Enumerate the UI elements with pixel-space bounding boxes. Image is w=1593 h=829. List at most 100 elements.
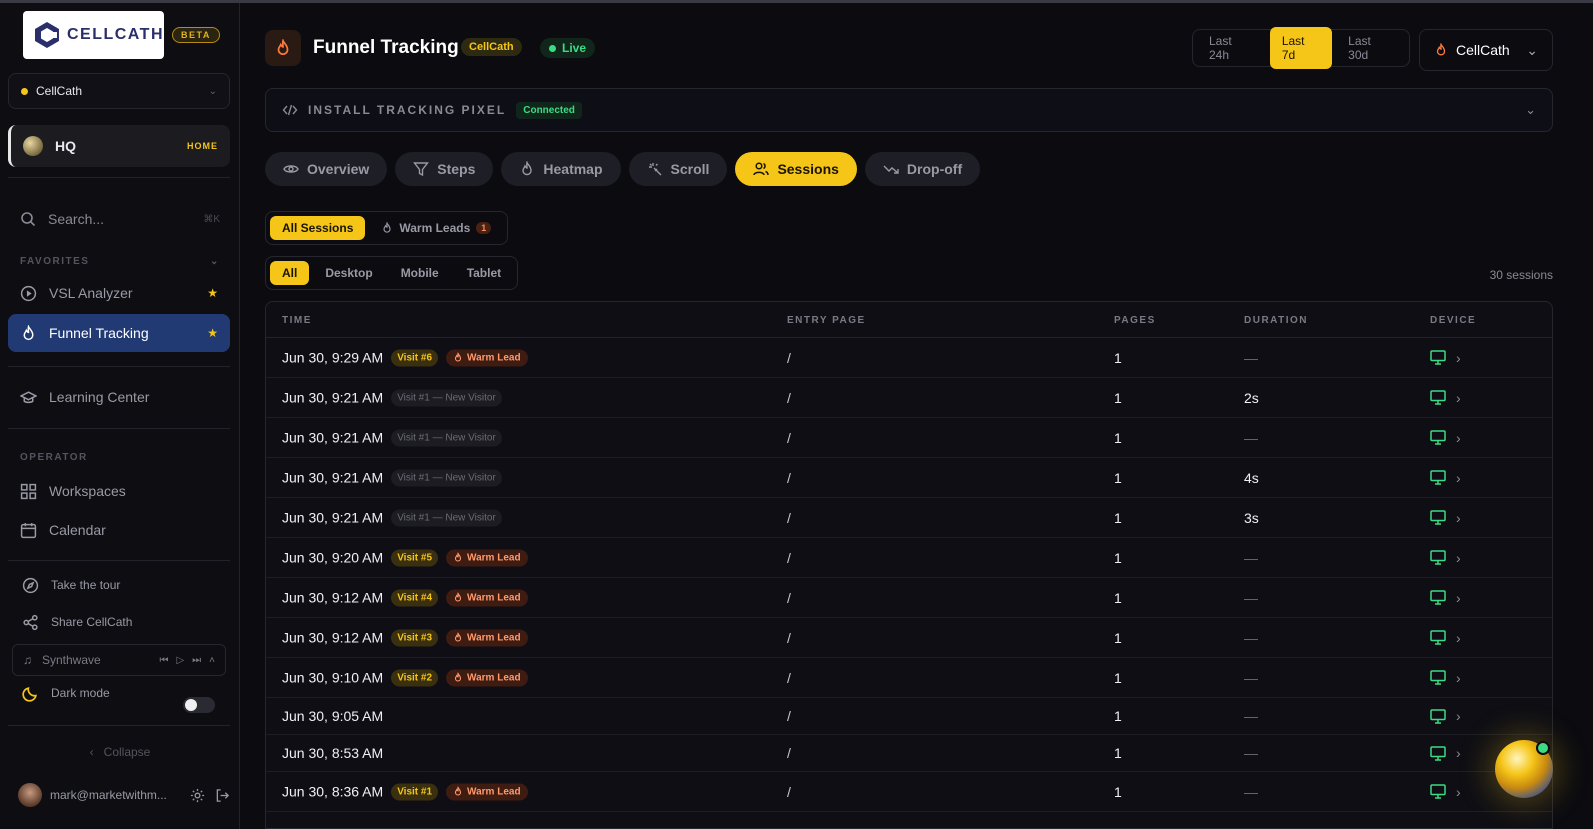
table-row[interactable]: Jun 30, 9:29 AM Visit #6 Warm Lead / 1 — ›	[266, 338, 1552, 378]
device-filter-tablet[interactable]: Tablet	[455, 261, 513, 285]
table-row[interactable]: Jun 30, 9:21 AM Visit #1 — New Visitor / 1 2…	[266, 378, 1552, 418]
star-icon[interactable]: ★	[207, 286, 218, 300]
tab-scroll[interactable]: Scroll	[628, 152, 728, 186]
device-filter-mobile[interactable]: Mobile	[389, 261, 451, 285]
tab-heatmap[interactable]: Heatmap	[501, 152, 621, 186]
table-row[interactable]: Jun 30, 9:12 AM Visit #3 Warm Lead / 1 — ›	[266, 618, 1552, 658]
table-row[interactable]: Jun 30, 9:21 AM Visit #1 — New Visitor / 1 3…	[266, 498, 1552, 538]
device-filter-desktop[interactable]: Desktop	[313, 261, 384, 285]
logo[interactable]: CELLCATH	[23, 11, 164, 59]
column-header-pages[interactable]: PAGES	[1114, 315, 1156, 326]
hq-home-link[interactable]: HQ HOME	[8, 125, 230, 167]
range-last-7d[interactable]: Last 7d	[1269, 27, 1333, 69]
graduation-cap-icon	[20, 390, 37, 403]
tab-label: Drop-off	[906, 161, 963, 177]
previous-track-icon[interactable]: ⏮	[159, 655, 168, 666]
entry-page-cell: /	[787, 629, 791, 646]
monitor-icon	[1430, 784, 1446, 799]
take-tour-link[interactable]: Take the tour	[22, 573, 222, 597]
table-row[interactable]: Jun 30, 8:53 AM / 1 — ›	[266, 735, 1552, 772]
star-icon[interactable]: ★	[207, 326, 218, 340]
pages-cell: 1	[1114, 669, 1122, 686]
sidebar-item-workspaces[interactable]: Workspaces	[8, 472, 230, 510]
device-filter-all[interactable]: All	[270, 261, 310, 285]
chevron-right-icon[interactable]: ›	[1456, 510, 1461, 526]
chevron-down-icon: ⌄	[1526, 41, 1538, 58]
column-header-duration[interactable]: DURATION	[1244, 315, 1308, 326]
tab-sessions[interactable]: Sessions	[735, 152, 857, 186]
avatar[interactable]	[18, 783, 42, 807]
warm-lead-badge: Warm Lead	[446, 349, 528, 366]
tab-steps[interactable]: Steps	[395, 152, 494, 186]
workspace-select-label: CellCath	[36, 84, 83, 98]
share-link[interactable]: Share CellCath	[22, 610, 222, 634]
filter-all-sessions[interactable]: All Sessions	[270, 216, 366, 240]
table-row[interactable]: Jun 30, 9:05 AM / 1 — ›	[266, 698, 1552, 735]
chevron-right-icon[interactable]: ›	[1456, 630, 1461, 646]
dark-mode-toggle[interactable]	[183, 697, 215, 713]
time-cell: Jun 30, 9:20 AM Visit #5 Warm Lead	[282, 549, 528, 566]
visit-badge: Visit #1	[391, 783, 439, 800]
duration-cell: —	[1244, 669, 1258, 686]
entry-page-cell: /	[787, 708, 791, 724]
date-range-selector: Last 24h Last 7d Last 30d	[1192, 27, 1410, 69]
tab-drop-off[interactable]: Drop-off	[864, 152, 981, 186]
monitor-icon	[1430, 510, 1446, 525]
chevron-right-icon[interactable]: ›	[1456, 430, 1461, 446]
tab-overview[interactable]: Overview	[265, 152, 388, 186]
session-time: Jun 30, 9:21 AM	[282, 509, 384, 526]
chevron-right-icon[interactable]: ›	[1456, 590, 1461, 606]
hq-orb-icon	[23, 136, 43, 156]
table-row[interactable]: Jun 30, 9:12 AM Visit #4 Warm Lead / 1 — ›	[266, 578, 1552, 618]
eye-icon	[283, 165, 299, 173]
column-header-device[interactable]: DEVICE	[1430, 315, 1476, 326]
range-last-30d[interactable]: Last 30d	[1336, 27, 1405, 69]
trend-down-icon	[883, 165, 899, 174]
entry-page-cell: /	[787, 509, 791, 526]
visit-badge: Visit #3	[391, 629, 439, 646]
hq-label: HQ	[55, 138, 76, 154]
monitor-icon	[1430, 630, 1446, 645]
device-cell: ›	[1430, 708, 1461, 724]
chevron-right-icon[interactable]: ›	[1456, 350, 1461, 366]
sidebar-item-funnel-tracking[interactable]: Funnel Tracking ★	[8, 314, 230, 352]
gear-icon[interactable]	[190, 788, 205, 803]
table-row[interactable]: Jun 30, 9:21 AM Visit #1 — New Visitor / 1 4…	[266, 458, 1552, 498]
table-row[interactable]: Jun 30, 8:36 AM Visit #1 Warm Lead / 1 — ›	[266, 772, 1552, 812]
play-icon[interactable]: ▷	[176, 655, 184, 666]
sidebar-item-label: Workspaces	[49, 483, 126, 499]
chevron-right-icon[interactable]: ›	[1456, 670, 1461, 686]
collapse-label: Collapse	[103, 745, 151, 759]
column-header-time[interactable]: TIME	[282, 315, 312, 326]
logout-icon[interactable]	[215, 788, 230, 803]
workspace-select[interactable]: CellCath ⌄	[8, 73, 230, 109]
chevron-right-icon[interactable]: ›	[1456, 745, 1461, 761]
sidebar-item-calendar[interactable]: Calendar	[8, 511, 230, 549]
range-last-24h[interactable]: Last 24h	[1197, 27, 1266, 69]
table-row[interactable]: Jun 30, 9:20 AM Visit #5 Warm Lead / 1 — ›	[266, 538, 1552, 578]
favorites-label[interactable]: FAVORITES ⌄	[20, 256, 218, 267]
filter-warm-leads[interactable]: Warm Leads 1	[369, 216, 503, 240]
chevron-up-icon[interactable]: ˄	[209, 655, 215, 666]
next-track-icon[interactable]: ⏭	[192, 655, 201, 666]
chevron-right-icon[interactable]: ›	[1456, 550, 1461, 566]
time-cell: Jun 30, 9:29 AM Visit #6 Warm Lead	[282, 349, 528, 366]
chevron-right-icon[interactable]: ›	[1456, 784, 1461, 800]
page-icon	[265, 30, 301, 66]
pages-cell: 1	[1114, 429, 1122, 446]
sidebar-item-vsl-analyzer[interactable]: VSL Analyzer ★	[8, 274, 230, 312]
account-select[interactable]: CellCath ⌄	[1419, 29, 1553, 71]
table-row[interactable]: Jun 30, 9:10 AM Visit #2 Warm Lead / 1 — ›	[266, 658, 1552, 698]
column-header-entry-page[interactable]: ENTRY PAGE	[787, 315, 866, 326]
search-input[interactable]: Search... ⌘K	[20, 207, 220, 231]
table-row[interactable]: Jun 30, 9:21 AM Visit #1 — New Visitor / 1 —…	[266, 418, 1552, 458]
user-row: mark@marketwithm...	[18, 781, 230, 809]
chevron-right-icon[interactable]: ›	[1456, 390, 1461, 406]
warm-lead-label: Warm Lead	[467, 592, 521, 603]
chevron-right-icon[interactable]: ›	[1456, 470, 1461, 486]
sidebar-item-learning-center[interactable]: Learning Center	[8, 378, 230, 416]
install-pixel-panel[interactable]: INSTALL TRACKING PIXEL Connected ⌄	[265, 88, 1553, 132]
time-cell: Jun 30, 9:21 AM Visit #1 — New Visitor	[282, 389, 502, 406]
collapse-button[interactable]: ‹ Collapse	[0, 745, 240, 759]
chevron-right-icon[interactable]: ›	[1456, 708, 1461, 724]
